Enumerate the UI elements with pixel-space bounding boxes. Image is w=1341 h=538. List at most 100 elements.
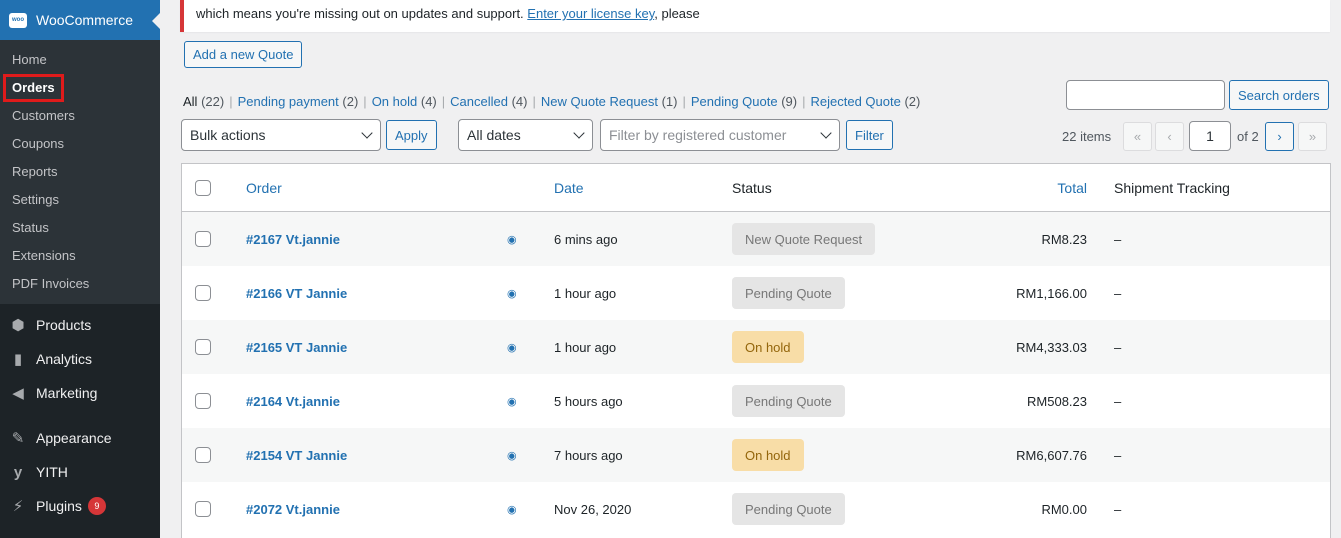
order-link[interactable]: #2072 Vt.jannie xyxy=(246,482,340,536)
table-row[interactable]: #2154 VT Jannie ◉ 7 hours ago On hold RM… xyxy=(182,428,1330,482)
license-key-link[interactable]: Enter your license key xyxy=(527,6,654,21)
filter-pending-quote[interactable]: Pending Quote (9) xyxy=(691,94,797,109)
submenu-orders[interactable]: Orders xyxy=(0,74,160,102)
order-tracking: – xyxy=(1114,447,1122,463)
yith-icon: y xyxy=(13,463,23,481)
row-checkbox[interactable] xyxy=(195,393,211,409)
eye-icon[interactable]: ◉ xyxy=(507,374,517,428)
filter-all[interactable]: All (22) xyxy=(183,94,224,109)
plugins-update-badge: 9 xyxy=(87,497,106,515)
status-filters: All (22) | Pending payment (2) | On hold (4)… xyxy=(183,94,920,109)
submenu-orders-label: Orders xyxy=(3,74,64,102)
filter-rejected-quote[interactable]: Rejected Quote (2) xyxy=(811,94,921,109)
order-date: 1 hour ago xyxy=(554,339,617,355)
row-checkbox-cell xyxy=(195,320,211,374)
search-orders-button[interactable]: Search orders xyxy=(1229,80,1329,110)
table-body: #2167 Vt.jannie ◉ 6 mins ago New Quote R… xyxy=(182,212,1330,536)
bulk-actions-select[interactable]: Bulk actions xyxy=(181,119,381,151)
last-page-button[interactable]: » xyxy=(1298,122,1327,151)
filter-on-hold[interactable]: On hold (4) xyxy=(372,94,437,109)
submenu-pdf-invoices[interactable]: PDF Invoices xyxy=(0,270,160,298)
eye-icon[interactable]: ◉ xyxy=(507,428,517,482)
order-date: 1 hour ago xyxy=(554,285,617,301)
row-checkbox[interactable] xyxy=(195,501,211,517)
eye-icon[interactable]: ◉ xyxy=(507,266,517,320)
order-total: RM1,166.00 xyxy=(1016,285,1087,301)
eye-icon[interactable]: ◉ xyxy=(507,320,517,374)
row-checkbox[interactable] xyxy=(195,447,211,463)
order-date: 6 mins ago xyxy=(554,231,618,247)
eye-icon[interactable]: ◉ xyxy=(507,212,517,266)
order-total: RM4,333.03 xyxy=(1016,339,1087,355)
filter-all-count: (22) xyxy=(201,94,225,109)
menu-analytics-label: Analytics xyxy=(36,351,93,367)
table-row[interactable]: #2167 Vt.jannie ◉ 6 mins ago New Quote R… xyxy=(182,212,1330,266)
status-badge: Pending Quote xyxy=(732,277,845,309)
order-tracking: – xyxy=(1114,339,1122,355)
menu-products-label: Products xyxy=(36,317,92,333)
header-date[interactable]: Date xyxy=(554,164,584,211)
menu-plugins[interactable]: ⚡ Plugins 9 xyxy=(0,489,160,523)
total-pages: of 2 xyxy=(1237,129,1259,144)
select-all-checkbox[interactable] xyxy=(195,179,211,196)
filter-pending-payment-count: (2) xyxy=(342,94,359,109)
filter-rejected-quote-count: (2) xyxy=(904,94,921,109)
order-total: RM8.23 xyxy=(1041,231,1087,247)
order-status-cell: On hold xyxy=(732,428,804,482)
submenu-customers[interactable]: Customers xyxy=(0,102,160,130)
table-row[interactable]: #2072 Vt.jannie ◉ Nov 26, 2020 Pending Q… xyxy=(182,482,1330,536)
order-total: RM508.23 xyxy=(1027,393,1087,409)
submenu-coupons[interactable]: Coupons xyxy=(0,130,160,158)
chevron-down-icon xyxy=(573,127,585,139)
submenu-reports[interactable]: Reports xyxy=(0,158,160,186)
filter-pending-quote-label: Pending Quote xyxy=(690,94,778,109)
menu-separator xyxy=(0,410,160,421)
header-shipment-tracking: Shipment Tracking xyxy=(1114,179,1230,196)
table-row[interactable]: #2164 Vt.jannie ◉ 5 hours ago Pending Qu… xyxy=(182,374,1330,428)
filter-new-quote-request[interactable]: New Quote Request (1) xyxy=(541,94,678,109)
order-status-cell: On hold xyxy=(732,320,804,374)
menu-analytics[interactable]: ▮ Analytics xyxy=(0,342,160,376)
filter-pending-payment[interactable]: Pending payment (2) xyxy=(238,94,359,109)
filter-button[interactable]: Filter xyxy=(846,120,893,150)
order-link[interactable]: #2164 Vt.jannie xyxy=(246,374,340,428)
order-link[interactable]: #2165 VT Jannie xyxy=(246,320,347,374)
woocommerce-logo-icon: woo xyxy=(9,12,27,28)
order-link[interactable]: #2154 VT Jannie xyxy=(246,428,347,482)
row-checkbox[interactable] xyxy=(195,231,211,247)
first-page-button[interactable]: « xyxy=(1123,122,1152,151)
order-date: 5 hours ago xyxy=(554,393,623,409)
menu-woocommerce[interactable]: woo WooCommerce xyxy=(0,0,160,40)
customer-filter-select[interactable]: Filter by registered customer xyxy=(600,119,840,151)
table-row[interactable]: #2165 VT Jannie ◉ 1 hour ago On hold RM4… xyxy=(182,320,1330,374)
order-date: 7 hours ago xyxy=(554,447,623,463)
menu-yith[interactable]: y YITH xyxy=(0,455,160,489)
date-filter-select[interactable]: All dates xyxy=(458,119,593,151)
search-orders-input[interactable] xyxy=(1066,80,1225,110)
table-row[interactable]: #2166 VT Jannie ◉ 1 hour ago Pending Quo… xyxy=(182,266,1330,320)
menu-marketing[interactable]: ◀ Marketing xyxy=(0,376,160,410)
row-checkbox-cell xyxy=(195,212,211,266)
apply-button[interactable]: Apply xyxy=(386,120,437,150)
add-new-quote-button[interactable]: Add a new Quote xyxy=(184,41,303,68)
prev-page-button[interactable]: ‹ xyxy=(1155,122,1184,151)
submenu-home[interactable]: Home xyxy=(0,46,160,74)
submenu-status[interactable]: Status xyxy=(0,214,160,242)
order-link[interactable]: #2167 Vt.jannie xyxy=(246,212,340,266)
menu-woocommerce-label: WooCommerce xyxy=(36,12,133,28)
row-checkbox[interactable] xyxy=(195,339,211,355)
order-link[interactable]: #2166 VT Jannie xyxy=(246,266,347,320)
header-order[interactable]: Order xyxy=(246,164,282,211)
submenu-extensions[interactable]: Extensions xyxy=(0,242,160,270)
header-status: Status xyxy=(732,179,772,196)
menu-appearance[interactable]: ✎ Appearance xyxy=(0,421,160,455)
filter-cancelled[interactable]: Cancelled (4) xyxy=(450,94,527,109)
eye-icon[interactable]: ◉ xyxy=(507,482,517,536)
woocommerce-submenu: Home Orders Customers Coupons Reports Se… xyxy=(0,40,160,304)
submenu-settings[interactable]: Settings xyxy=(0,186,160,214)
menu-products[interactable]: ⬢ Products xyxy=(0,308,160,342)
current-page-input[interactable] xyxy=(1189,121,1231,151)
next-page-button[interactable]: › xyxy=(1265,122,1294,151)
header-total[interactable]: Total xyxy=(982,164,1087,211)
row-checkbox[interactable] xyxy=(195,285,211,301)
